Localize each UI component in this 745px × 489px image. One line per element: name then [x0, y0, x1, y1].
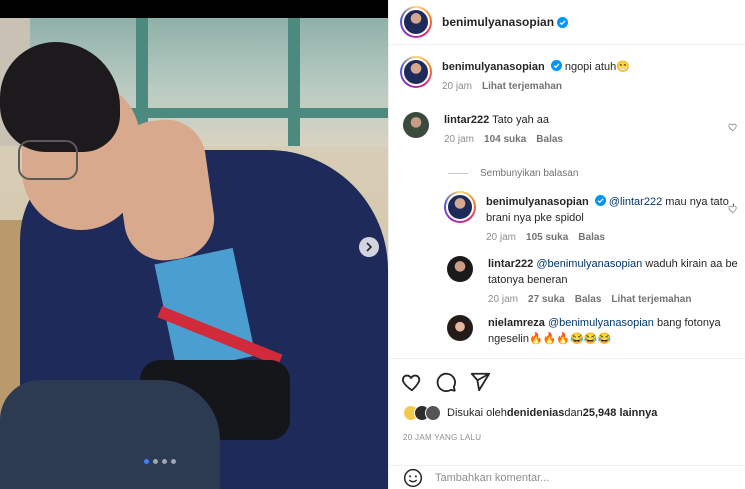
check-verified-icon [550, 60, 562, 71]
comment-author[interactable]: lintar222 [444, 114, 489, 126]
reply-author[interactable]: nielamreza [488, 317, 545, 329]
reply-likes[interactable]: 105 suka [526, 230, 568, 246]
reply-mention[interactable]: @benimulyanasopian [548, 317, 654, 329]
person-jeans [0, 380, 220, 489]
reply-text: mau nya tato , [662, 196, 735, 208]
commenter-avatar[interactable] [403, 112, 429, 138]
translate-link[interactable]: Lihat terjemahan [482, 79, 562, 95]
reply-author-avatar[interactable] [447, 256, 473, 282]
reply-text: waduh kirain aa be [642, 258, 738, 270]
reply-time[interactable]: 20 jam [488, 292, 518, 308]
carousel-dot [171, 459, 176, 464]
caption-time[interactable]: 20 jam [442, 79, 472, 95]
reply-author[interactable]: lintar222 [488, 258, 533, 270]
reply-button[interactable]: Balas [536, 132, 563, 148]
reply-text-line2: tatonya beneran [488, 274, 568, 286]
post-side-panel: benimulyanasopian benimulyanasopian ngop… [388, 0, 745, 489]
heart-icon[interactable] [728, 122, 738, 132]
likes-prefix: Disukai oleh [447, 407, 507, 419]
reply: lintar222 @benimulyanasopian waduh kirai… [447, 256, 745, 308]
likes-count[interactable]: 25,948 lainnya [583, 407, 658, 419]
reply-author-avatar[interactable] [444, 191, 476, 223]
likes-summary: Disukai oleh denidenias dan 25,948 lainn… [403, 405, 657, 421]
like-button[interactable] [401, 371, 423, 393]
carousel-next-button[interactable] [359, 237, 379, 257]
carousel-dot [153, 459, 158, 464]
reply-likes[interactable]: 27 suka [528, 292, 565, 308]
reply-mention[interactable]: @lintar222 [609, 196, 662, 208]
divider [448, 173, 468, 174]
comment-input[interactable] [435, 471, 695, 484]
reply-button[interactable]: Balas [575, 292, 602, 308]
reply-author[interactable]: benimulyanasopian [486, 196, 589, 208]
post-time[interactable]: 20 JAM YANG LALU [403, 433, 481, 442]
check-verified-icon [557, 16, 569, 28]
emoji-icon[interactable] [403, 468, 423, 488]
reply-button[interactable]: Balas [578, 230, 605, 246]
add-comment-bar [389, 465, 745, 489]
likes-middle: dan [564, 407, 583, 419]
chevron-right-icon [366, 242, 373, 252]
reply-text: bang fotonya [653, 317, 721, 329]
hide-replies-toggle[interactable]: Sembunyikan balasan [448, 168, 578, 179]
post-photo[interactable] [0, 0, 388, 489]
hide-replies-label: Sembunyikan balasan [480, 168, 579, 179]
liker-avatar[interactable] [425, 405, 441, 421]
person-glasses [18, 140, 78, 180]
carousel-dots [144, 459, 176, 464]
heart-icon [402, 374, 421, 392]
comment-likes[interactable]: 104 suka [484, 132, 526, 148]
caption-author[interactable]: benimulyanasopian [442, 61, 545, 73]
reply-text-line2: brani nya pke spidol [486, 212, 584, 224]
photo-top-bar [0, 0, 388, 18]
comment-time[interactable]: 20 jam [444, 132, 474, 148]
reply-mention[interactable]: @benimulyanasopian [536, 258, 642, 270]
comment-icon [436, 372, 456, 393]
caption-text: ngopi atuh😁 [564, 61, 630, 73]
reply: benimulyanasopian @lintar222 mau nya tat… [444, 191, 744, 246]
comment-button[interactable] [435, 371, 457, 393]
window-frame [288, 18, 300, 148]
reply-text-line2: ngeselin🔥🔥🔥😂😂😂 [488, 333, 612, 345]
reply: nielamreza @benimulyanasopian bang foton… [447, 315, 745, 347]
share-button[interactable] [469, 371, 491, 393]
caption: benimulyanasopian ngopi atuh😁 20 jam Lih… [400, 56, 630, 95]
author-avatar[interactable] [400, 6, 432, 38]
author-username[interactable]: benimulyanasopian [442, 15, 554, 29]
comment: lintar222 Tato yah aa 20 jam 104 suka Ba… [403, 112, 743, 148]
caption-author-avatar[interactable] [400, 56, 432, 88]
reply-author-avatar[interactable] [447, 315, 473, 341]
heart-icon[interactable] [728, 204, 738, 214]
reply-time[interactable]: 20 jam [486, 230, 516, 246]
share-icon [470, 372, 491, 392]
comments-list[interactable]: benimulyanasopian ngopi atuh😁 20 jam Lih… [389, 45, 745, 358]
post-header: benimulyanasopian [389, 0, 745, 45]
liker-username[interactable]: denidenias [507, 407, 564, 419]
carousel-dot [144, 459, 149, 464]
carousel-dot [162, 459, 167, 464]
window-frame [136, 18, 148, 138]
translate-link[interactable]: Lihat terjemahan [611, 292, 691, 308]
comment-text: Tato yah aa [492, 114, 549, 126]
check-verified-icon [594, 195, 606, 206]
